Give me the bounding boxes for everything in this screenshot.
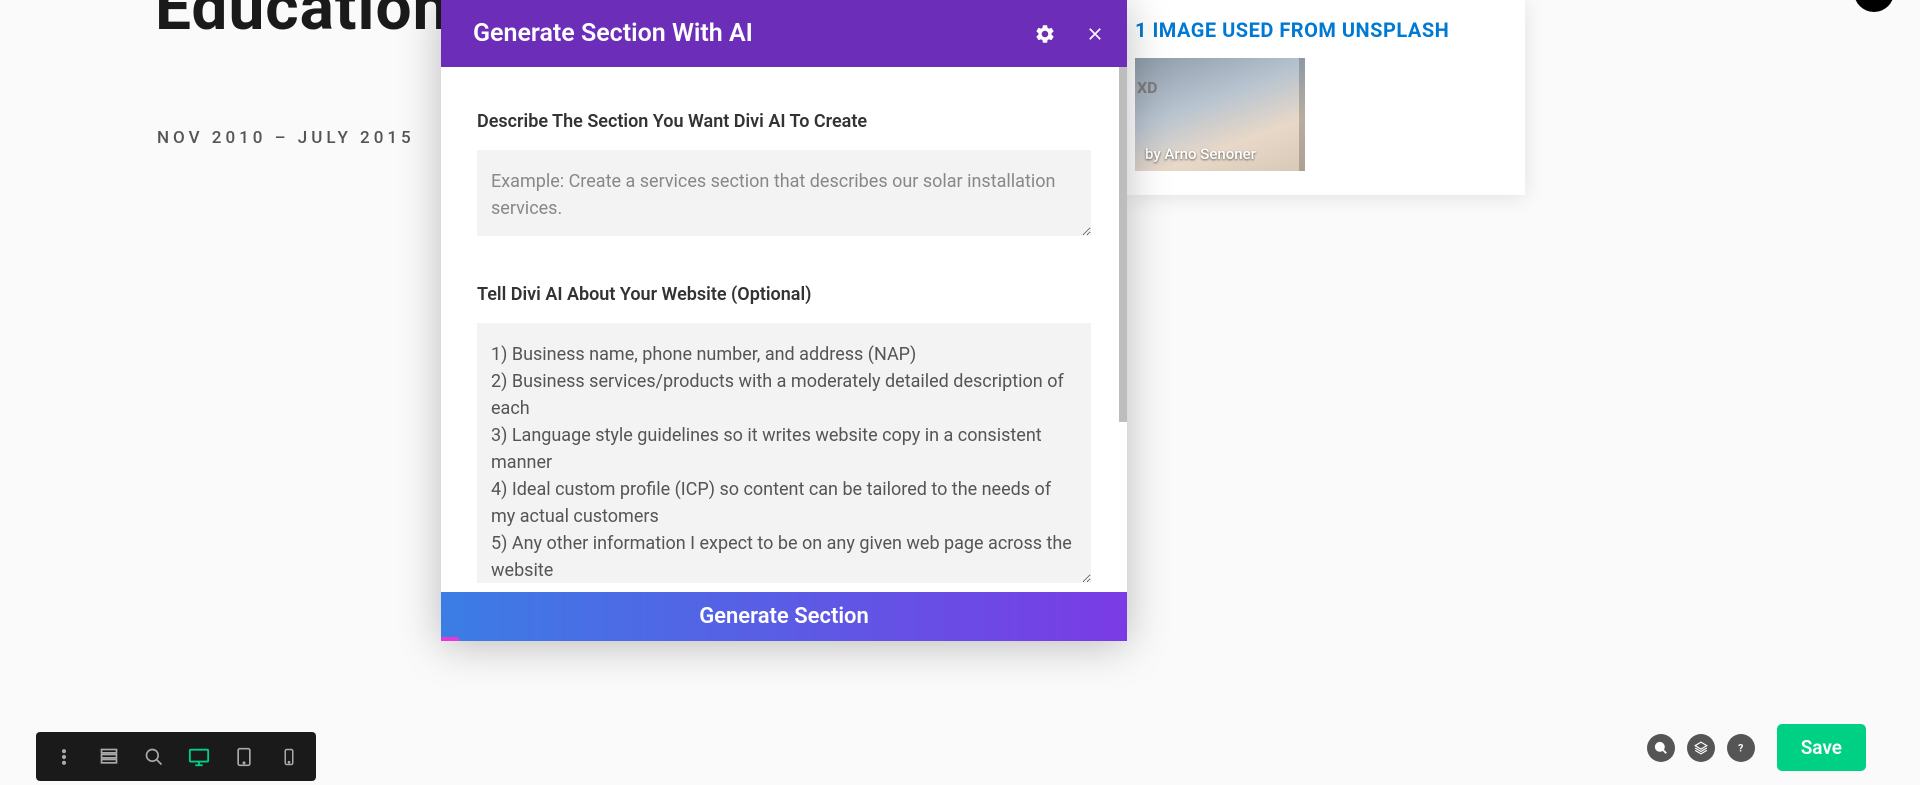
modal-body: Describe The Section You Want Divi AI To… (441, 67, 1127, 592)
bottom-right-actions: ? Save (1647, 724, 1866, 771)
unsplash-title: 1 IMAGE USED FROM UNSPLASH (1127, 18, 1525, 42)
help-circle-icon[interactable]: ? (1727, 734, 1755, 762)
describe-textarea[interactable] (477, 150, 1091, 236)
svg-text:?: ? (1738, 741, 1743, 754)
modal-footer: Generate Section (441, 592, 1127, 641)
generate-section-button[interactable]: Generate Section (699, 604, 869, 629)
modal-header: Generate Section With AI (441, 0, 1127, 67)
gear-icon[interactable] (1031, 20, 1059, 48)
more-icon[interactable] (42, 736, 85, 778)
image-credit: by Arno Senoner (1145, 145, 1256, 163)
modal-title: Generate Section With AI (473, 19, 753, 48)
modal-scrollbar[interactable] (1119, 67, 1127, 422)
mobile-icon[interactable] (267, 736, 310, 778)
search-circle-icon[interactable] (1647, 734, 1675, 762)
page-title: Education (155, 0, 449, 45)
zoom-icon[interactable] (132, 736, 175, 778)
ai-modal: Generate Section With AI Describe The Se… (441, 0, 1127, 641)
page-date-range: Nov 2010 – July 2015 (157, 128, 415, 148)
tablet-icon[interactable] (222, 736, 265, 778)
describe-label: Describe The Section You Want Divi AI To… (477, 111, 1091, 132)
about-label: Tell Divi AI About Your Website (Optiona… (477, 284, 1091, 305)
save-button[interactable]: Save (1777, 724, 1866, 771)
layers-circle-icon[interactable] (1687, 734, 1715, 762)
desktop-icon[interactable] (177, 736, 220, 778)
unsplash-panel: 1 IMAGE USED FROM UNSPLASH by Arno Senon… (1127, 0, 1525, 195)
modal-header-actions (1031, 20, 1109, 48)
close-icon[interactable] (1081, 20, 1109, 48)
progress-edge (441, 637, 459, 641)
image-thumbnail[interactable]: by Arno Senoner (1135, 58, 1305, 171)
thumb-shadow (1299, 58, 1305, 171)
about-textarea[interactable] (477, 323, 1091, 583)
wireframe-icon[interactable] (87, 736, 130, 778)
viewport-toolbar (36, 732, 316, 781)
